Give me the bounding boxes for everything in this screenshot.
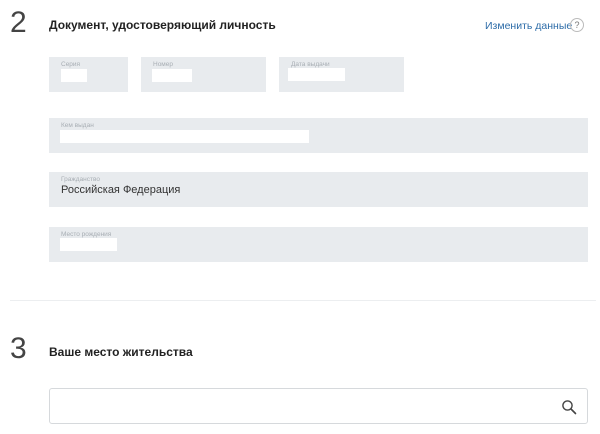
birth-place-field[interactable]: Место рождения xyxy=(49,227,588,262)
number-field[interactable]: Номер xyxy=(141,57,266,92)
citizenship-field[interactable]: Гражданство Российская Федерация xyxy=(49,172,588,207)
step-number-3: 3 xyxy=(10,332,27,365)
series-field[interactable]: Серия xyxy=(49,57,128,92)
issued-by-value-redacted xyxy=(60,130,309,143)
citizenship-value: Российская Федерация xyxy=(61,184,181,196)
issue-date-label: Дата выдачи xyxy=(291,61,330,68)
section-divider xyxy=(10,300,596,301)
birth-place-label: Место рождения xyxy=(61,231,112,238)
series-value-redacted xyxy=(61,69,87,82)
help-icon[interactable]: ? xyxy=(570,18,584,32)
issue-date-value-redacted xyxy=(288,68,345,81)
citizenship-label: Гражданство xyxy=(61,176,100,183)
edit-data-link[interactable]: Изменить данные xyxy=(485,20,572,32)
step-number-2: 2 xyxy=(10,6,27,39)
issue-date-field[interactable]: Дата выдачи xyxy=(279,57,404,92)
number-label: Номер xyxy=(153,61,174,68)
series-label: Серия xyxy=(61,61,81,68)
birth-place-value-redacted xyxy=(60,238,117,251)
issued-by-label: Кем выдан xyxy=(61,122,94,129)
section-title-document: Документ, удостоверяющий личность xyxy=(49,18,276,32)
search-icon[interactable] xyxy=(561,399,577,415)
section-title-residence: Ваше место жительства xyxy=(49,345,193,359)
address-search-input[interactable] xyxy=(49,388,588,424)
number-value-redacted xyxy=(152,69,192,82)
issued-by-field[interactable]: Кем выдан xyxy=(49,118,588,153)
